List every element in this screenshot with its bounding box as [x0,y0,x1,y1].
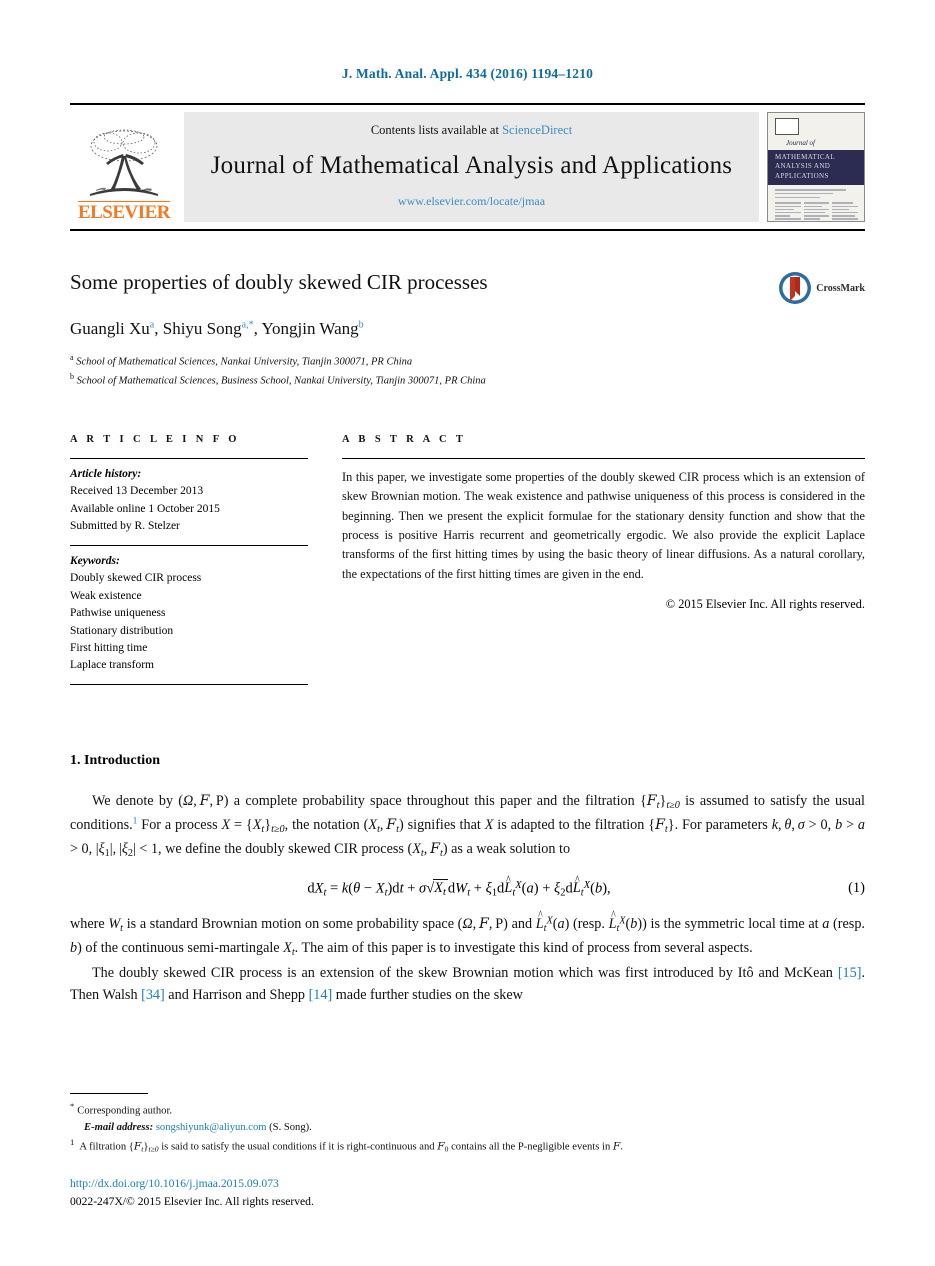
keywords-label: Keywords: [70,554,120,567]
journal-url-link[interactable]: www.elsevier.com/locate/jmaa [398,194,545,209]
footnote-asterisk: * [70,1101,75,1112]
abstract-text: In this paper, we investigate some prope… [342,469,865,581]
author-3-affiliation-mark[interactable]: b [359,320,364,331]
introduction-section: 1. Introduction We denote by (Ω, F, P) a… [70,753,865,1007]
title-block: CrossMark Some properties of doubly skew… [70,269,865,390]
contents-prefix: Contents lists available at [370,123,499,137]
equation-1-number: (1) [848,880,865,897]
article-page: J. Math. Anal. Appl. 434 (2016) 1194–121… [0,0,935,1266]
affiliation-b-text: School of Mathematical Sciences, Busines… [76,375,486,387]
author-1-affiliation-mark[interactable]: a [150,320,154,331]
citation-15[interactable]: [15] [838,965,862,981]
citation-34[interactable]: [34] [141,987,165,1003]
equation-1-body: dXt = k(θ − Xt)dt + σ√XtdWt + ξ1dLtX(a) … [70,879,848,898]
footnote-1-mark: 1 [70,1136,75,1147]
paragraph-3-mid-2: and Harrison and Shepp [168,987,306,1004]
email-suffix: (S. Song). [269,1121,312,1133]
elsevier-logo: ELSEVIER [70,108,178,226]
keyword-item: Pathwise uniqueness [70,607,166,620]
cover-band-line-3: APPLICATIONS [775,171,829,180]
doi-block: http://dx.doi.org/10.1016/j.jmaa.2015.09… [70,1175,865,1210]
elsevier-tree-icon [90,129,158,196]
article-history-label: Article history: [70,467,142,480]
paragraph-2: where Wt is a standard Brownian motion o… [70,913,865,961]
footnote-marker-1[interactable]: 1 [133,816,138,826]
history-item: Available online 1 October 2015 [70,502,220,515]
affiliation-a: a School of Mathematical Sciences, Nanka… [70,352,865,371]
footnote-rule [70,1093,148,1095]
abstract-copyright: © 2015 Elsevier Inc. All rights reserved… [665,597,865,612]
cover-toc-columns [768,200,864,221]
keyword-item: Doubly skewed CIR process [70,572,202,585]
footnote-corresponding-author: * Corresponding author. [70,1100,865,1119]
journal-title: Journal of Mathematical Analysis and App… [210,152,733,179]
cover-band-line-1: MATHEMATICAL [775,152,836,161]
email-label: E-mail address: [84,1121,154,1133]
email-link[interactable]: songshiyunk@aliyun.com [156,1122,267,1133]
affiliation-a-text: School of Mathematical Sciences, Nankai … [76,356,413,368]
keyword-item: Laplace transform [70,659,154,672]
paragraph-3-end: made further studies on the skew [335,987,523,1004]
citation-14[interactable]: [14] [309,987,333,1003]
section-heading-introduction: 1. Introduction [70,752,160,768]
paragraph-3: The doubly skewed CIR process is an exte… [70,962,865,1007]
footnote-area: * Corresponding author. E-mail address: s… [70,1093,865,1210]
author-2: Shiyu Song [162,319,242,339]
cover-journal-of: Journal of [786,139,815,147]
history-item: Received 13 December 2013 [70,485,204,498]
crossmark-icon [779,272,812,304]
author-2-affiliation-mark[interactable]: a,* [242,320,254,331]
paragraph-1: We denote by (Ω, F, P) a complete probab… [70,792,866,860]
cover-band-line-2: ANALYSIS AND [775,162,831,171]
article-info-heading: A R T I C L E I N F O [70,433,240,445]
info-abstract-row: A R T I C L E I N F O Article history: R… [70,434,865,685]
affiliation-b: b School of Mathematical Sciences, Busin… [70,371,865,390]
cover-elsevier-box [775,118,799,135]
masthead-center: Contents lists available at ScienceDirec… [184,112,759,222]
equation-1: dXt = k(θ − Xt)dt + σ√XtdWt + ξ1dLtX(a) … [70,879,865,898]
affiliation-a-mark: a [70,353,74,363]
info-rule-bottom [70,683,308,685]
journal-cover-thumbnail: Journal of MATHEMATICAL ANALYSIS AND APP… [767,112,865,222]
article-history-group: Article history: Received 13 December 20… [70,459,308,545]
sciencedirect-link[interactable]: ScienceDirect [502,123,572,137]
issn-copyright-line: 0022-247X/© 2015 Elsevier Inc. All right… [70,1194,314,1208]
abstract-heading: A B S T R A C T [342,433,467,445]
article-info-column: A R T I C L E I N F O Article history: R… [70,434,308,685]
affiliation-b-mark: b [70,372,74,382]
keyword-item: First hitting time [70,642,148,654]
elsevier-wordmark: ELSEVIER [77,201,171,223]
keyword-item: Weak existence [70,589,142,602]
cover-title-band: MATHEMATICAL ANALYSIS AND APPLICATIONS [768,149,864,186]
footnote-1: 1 A filtration {Ft}t≥0 is said to satisf… [70,1136,623,1154]
author-list: Guangli Xua, Shiyu Songa,*, Yongjin Wang… [70,319,364,339]
abstract-column: A B S T R A C T In this paper, we invest… [342,434,865,685]
keyword-item: Stationary distribution [70,624,174,637]
crossmark-badge[interactable]: CrossMark [778,271,865,305]
keywords-group: Keywords: Doubly skewed CIR process Weak… [70,546,308,684]
paragraph-3-lead: The doubly skewed CIR process is an exte… [92,964,833,981]
affiliation-list: a School of Mathematical Sciences, Nanka… [70,352,865,390]
history-item: Submitted by R. Stelzer [70,520,180,533]
contents-available-line: Contents lists available at ScienceDirec… [371,123,572,138]
running-head: J. Math. Anal. Appl. 434 (2016) 1194–121… [341,66,594,81]
author-3: Yongjin Wang [261,319,359,339]
doi-link[interactable]: http://dx.doi.org/10.1016/j.jmaa.2015.09… [70,1175,865,1192]
footnote-corresponding-text: Corresponding author. [77,1106,173,1118]
footnote-email: E-mail address: songshiyunk@aliyun.com (… [70,1120,865,1136]
cover-header-lines [768,185,864,199]
journal-masthead: ELSEVIER Contents lists available at Sci… [70,103,865,231]
author-1: Guangli Xu [70,319,150,339]
page-title: Some properties of doubly skewed CIR pro… [70,270,488,294]
crossmark-label: CrossMark [816,282,865,294]
